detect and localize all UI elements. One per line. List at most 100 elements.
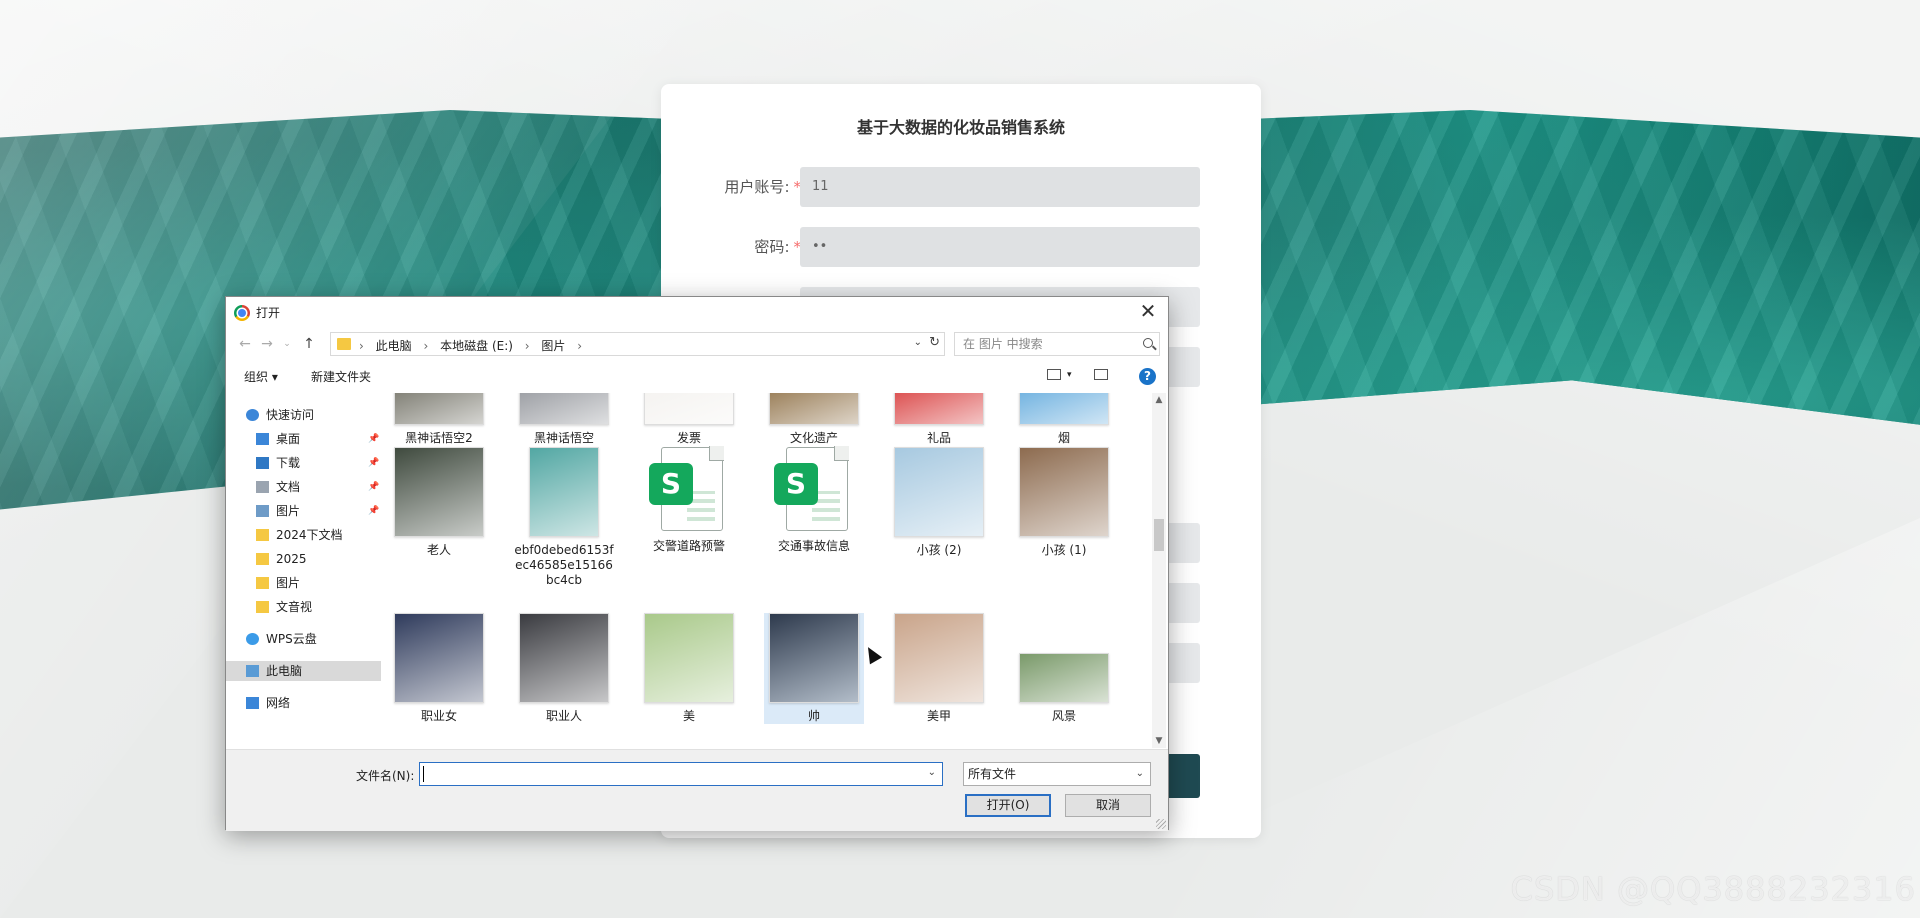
chevron-down-icon: ⌄ bbox=[1135, 768, 1144, 779]
vertical-scrollbar[interactable]: ▲ ▼ bbox=[1152, 393, 1166, 748]
file-tile[interactable]: 风景 bbox=[1014, 613, 1114, 724]
file-tile[interactable]: 文化遗产 bbox=[764, 393, 864, 446]
pin-icon: 📌 bbox=[368, 506, 380, 516]
image-thumbnail bbox=[394, 393, 484, 425]
sidebar-item-label: 2025 bbox=[276, 552, 307, 566]
sidebar-item[interactable]: 此电脑 bbox=[226, 661, 381, 681]
filename-input[interactable]: ⌄ bbox=[419, 762, 943, 786]
navigation-bar: ← → ⌄ ↑ › 此电脑 › 本地磁盘 (E:) › 图片 › ⌄ ↻ 在 图… bbox=[226, 329, 1168, 359]
sidebar-item-label: 文音视 bbox=[276, 600, 313, 614]
system-title: 基于大数据的化妆品销售系统 bbox=[856, 118, 1065, 137]
file-name: 风景 bbox=[1051, 709, 1076, 723]
view-dropdown-icon[interactable]: ▾ bbox=[1067, 370, 1072, 380]
file-tile[interactable]: 黑神话悟空2 bbox=[389, 393, 489, 446]
image-thumbnail bbox=[519, 393, 609, 425]
search-placeholder: 在 图片 中搜索 bbox=[963, 337, 1043, 351]
file-tile[interactable]: ebf0debed6153fec46585e15166bc4cb bbox=[514, 447, 614, 588]
refresh-icon[interactable]: ↻ bbox=[929, 335, 940, 350]
breadcrumb-item[interactable]: 图片 bbox=[541, 339, 565, 353]
image-thumbnail bbox=[394, 447, 484, 537]
file-tile[interactable]: 小孩 (2) bbox=[889, 447, 989, 558]
sidebar-item[interactable]: 下载 📌 bbox=[226, 453, 381, 473]
file-tile[interactable]: 礼品 bbox=[889, 393, 989, 446]
resize-grip[interactable] bbox=[1156, 819, 1166, 829]
image-thumbnail bbox=[519, 613, 609, 703]
file-name: 小孩 (1) bbox=[1041, 543, 1087, 557]
chevron-down-icon[interactable]: ⌄ bbox=[928, 767, 936, 778]
image-thumbnail bbox=[894, 447, 984, 537]
file-tile[interactable]: 老人 bbox=[389, 447, 489, 558]
file-tile[interactable]: 职业人 bbox=[514, 613, 614, 724]
text-caret bbox=[423, 766, 424, 782]
file-name: 小孩 (2) bbox=[916, 543, 962, 557]
sidebar-item-label: 文档 bbox=[276, 480, 301, 494]
folder-icon bbox=[337, 338, 351, 350]
file-tile[interactable]: 帅 bbox=[764, 613, 864, 724]
password-label: 密码: * bbox=[754, 238, 801, 256]
sidebar-item[interactable]: 图片 📌 bbox=[226, 501, 381, 521]
username-input[interactable]: 11 bbox=[800, 167, 1200, 207]
breadcrumb-item[interactable]: 此电脑 bbox=[376, 339, 412, 353]
sidebar-item[interactable]: 桌面 📌 bbox=[226, 429, 381, 449]
sidebar-item-label: 2024下文档 bbox=[276, 528, 343, 542]
sidebar-item[interactable]: 2025 bbox=[226, 549, 381, 569]
view-options-icon[interactable] bbox=[1047, 369, 1061, 380]
up-arrow-icon[interactable]: ↑ bbox=[300, 334, 318, 354]
file-grid: 黑神话悟空2 黑神话悟空 发票 文化遗产 礼品 烟老人 ebf0debed6153fec46… bbox=[386, 393, 1156, 748]
close-icon[interactable]: ✕ bbox=[1136, 300, 1160, 324]
recent-dropdown-icon[interactable]: ⌄ bbox=[278, 334, 296, 354]
search-input[interactable]: 在 图片 中搜索 bbox=[954, 332, 1160, 356]
open-button[interactable]: 打开(O) bbox=[965, 794, 1051, 817]
file-name: 老人 bbox=[426, 543, 451, 557]
sidebar-item-label: 下载 bbox=[276, 456, 301, 470]
sidebar-item[interactable]: 网络 bbox=[226, 693, 381, 713]
scroll-down-icon[interactable]: ▼ bbox=[1152, 736, 1166, 746]
file-tile[interactable]: 职业女 bbox=[389, 613, 489, 724]
pin-icon: 📌 bbox=[368, 434, 380, 444]
scroll-up-icon[interactable]: ▲ bbox=[1152, 395, 1166, 405]
file-tile[interactable]: S 交警道路预警 bbox=[639, 446, 739, 554]
file-tile[interactable]: 发票 bbox=[639, 393, 739, 446]
computer-icon bbox=[246, 665, 259, 677]
new-folder-button[interactable]: 新建文件夹 bbox=[311, 368, 371, 385]
organize-menu[interactable]: 组织 ▾ bbox=[244, 368, 278, 385]
file-name: 交警道路预警 bbox=[652, 539, 725, 553]
chevron-down-icon[interactable]: ⌄ bbox=[914, 337, 922, 348]
file-name: 发票 bbox=[676, 431, 701, 445]
document-icon bbox=[256, 481, 269, 493]
file-name: 职业人 bbox=[545, 709, 582, 723]
scrollbar-thumb[interactable] bbox=[1154, 519, 1164, 551]
sidebar-item-label: 图片 bbox=[276, 576, 301, 590]
file-tile[interactable]: 黑神话悟空 bbox=[514, 393, 614, 446]
sidebar-item[interactable]: 文音视 bbox=[226, 597, 381, 617]
spreadsheet-icon: S bbox=[649, 446, 729, 533]
preview-pane-icon[interactable] bbox=[1094, 369, 1108, 380]
sidebar-item[interactable]: 文档 📌 bbox=[226, 477, 381, 497]
help-icon[interactable]: ? bbox=[1139, 368, 1156, 385]
filename-label: 文件名(N): bbox=[356, 769, 415, 783]
search-icon bbox=[1143, 338, 1153, 348]
folder-icon bbox=[256, 577, 269, 589]
address-bar[interactable]: › 此电脑 › 本地磁盘 (E:) › 图片 › ⌄ ↻ bbox=[330, 332, 945, 356]
image-thumbnail bbox=[1019, 393, 1109, 425]
cancel-button[interactable]: 取消 bbox=[1065, 794, 1151, 817]
filetype-select[interactable]: 所有文件 ⌄ bbox=[963, 762, 1151, 786]
file-tile[interactable]: 美 bbox=[639, 613, 739, 724]
breadcrumb-item[interactable]: 本地磁盘 (E:) bbox=[440, 339, 513, 353]
sidebar-item[interactable]: WPS云盘 bbox=[226, 629, 381, 649]
forward-arrow-icon[interactable]: → bbox=[258, 334, 276, 354]
filetype-value: 所有文件 bbox=[968, 767, 1017, 781]
sidebar-item[interactable]: 图片 bbox=[226, 573, 381, 593]
pin-icon: 📌 bbox=[368, 458, 380, 468]
sidebar-item-label: 此电脑 bbox=[266, 664, 303, 678]
sidebar-item[interactable]: 2024下文档 bbox=[226, 525, 381, 545]
file-name: 美 bbox=[682, 709, 695, 723]
cloud-icon bbox=[246, 633, 259, 645]
file-tile[interactable]: S 交通事故信息 bbox=[764, 446, 864, 554]
sidebar-item[interactable]: 快速访问 bbox=[226, 405, 381, 425]
file-tile[interactable]: 烟 bbox=[1014, 393, 1114, 446]
file-tile[interactable]: 美甲 bbox=[889, 613, 989, 724]
back-arrow-icon[interactable]: ← bbox=[236, 334, 254, 354]
file-tile[interactable]: 小孩 (1) bbox=[1014, 447, 1114, 558]
password-input[interactable]: •• bbox=[800, 227, 1200, 267]
